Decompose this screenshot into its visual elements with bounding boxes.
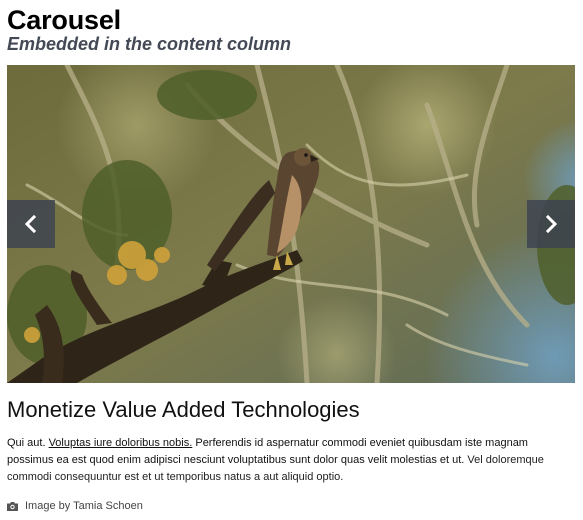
- slide-description: Qui aut. Voluptas iure doloribus nobis. …: [7, 435, 577, 486]
- slide-description-lead: Qui aut.: [7, 437, 49, 449]
- carousel-prev-button[interactable]: [7, 200, 55, 248]
- page-title: Carousel: [7, 5, 121, 35]
- image-credit-text: Image by Tamia Schoen: [25, 500, 143, 512]
- slide-title: Monetize Value Added Technologies: [7, 397, 360, 422]
- camera-icon: [7, 502, 18, 511]
- carousel: [7, 65, 575, 383]
- chevron-left-icon: [24, 214, 37, 234]
- chevron-right-icon: [545, 214, 558, 234]
- slide-description-link[interactable]: Voluptas iure doloribus nobis.: [49, 437, 193, 449]
- carousel-next-button[interactable]: [527, 200, 575, 248]
- page-subtitle: Embedded in the content column: [7, 34, 292, 54]
- image-credit: Image by Tamia Schoen: [7, 499, 143, 513]
- carousel-image: [7, 65, 575, 383]
